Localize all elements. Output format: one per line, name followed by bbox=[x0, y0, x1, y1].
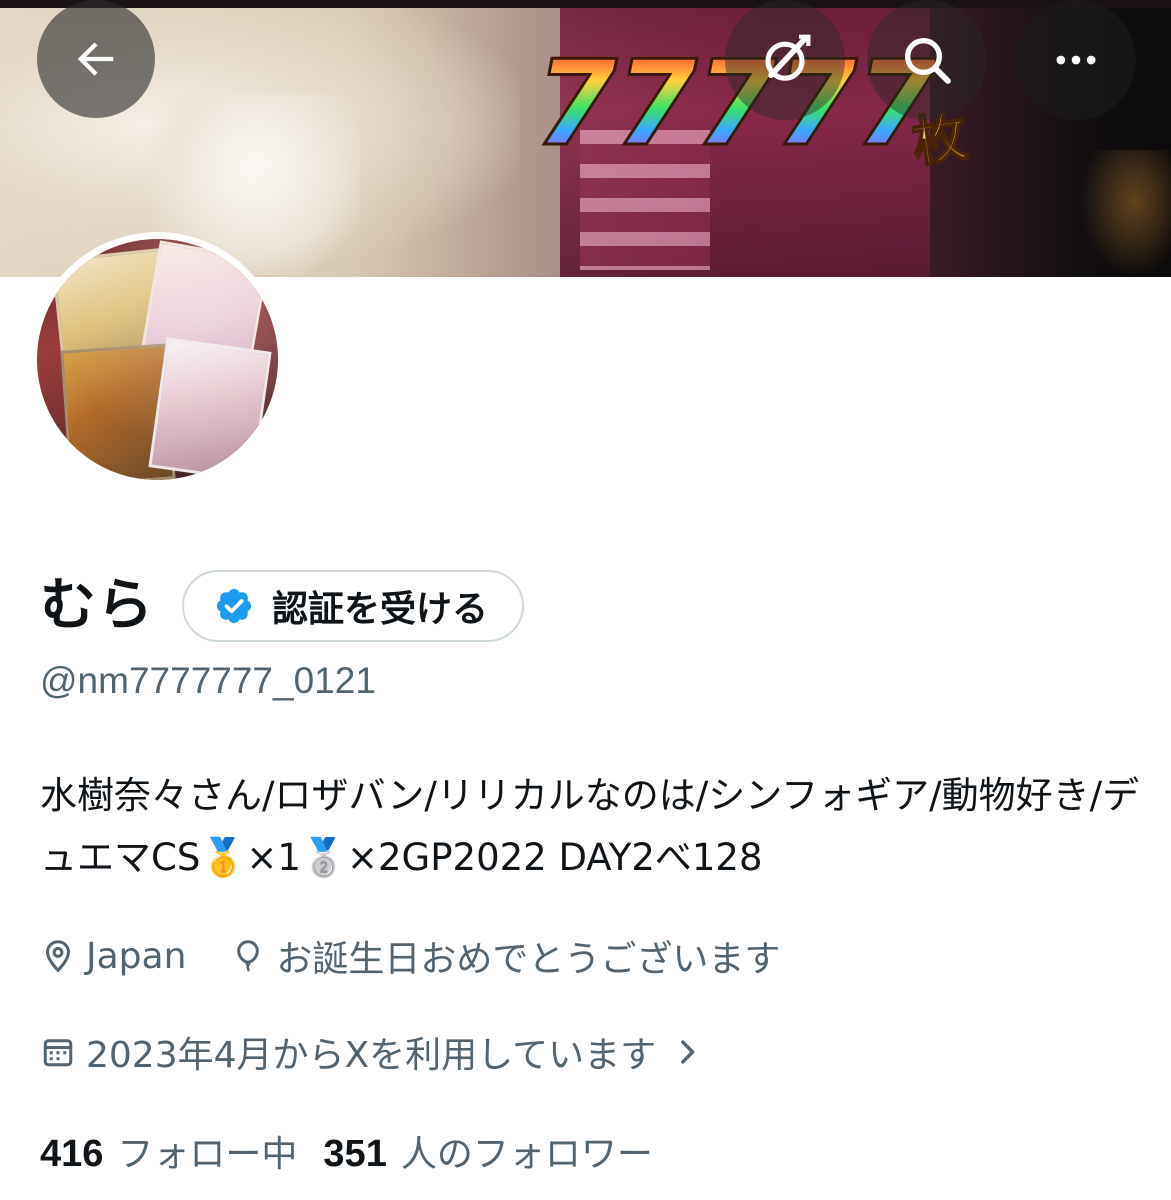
followers-label: 人のフォロワー bbox=[400, 1134, 653, 1175]
follow-stats: 416 フォロー中 351 人のフォロワー bbox=[40, 1125, 653, 1177]
following-count: 416 bbox=[40, 1133, 104, 1175]
banner-seven-digit: 7 bbox=[614, 34, 699, 172]
profile-bio: 水樹奈々さん/ロザバン/リリカルなのは/シンフォギア/動物好き/デュエマCS🥇×… bbox=[40, 774, 1140, 879]
back-button[interactable] bbox=[37, 0, 155, 118]
following-link[interactable]: 416 フォロー中 bbox=[40, 1125, 297, 1177]
avatar-image bbox=[37, 239, 278, 480]
avatar-shine bbox=[37, 239, 278, 480]
banner-light-effect bbox=[1080, 150, 1171, 277]
arrow-left-icon bbox=[77, 42, 114, 76]
more-options-button[interactable] bbox=[1016, 0, 1136, 120]
profile-meta-row: Japan お誕生日おめでとうございます bbox=[40, 930, 780, 982]
joined-row[interactable]: 2023年4月からXを利用しています bbox=[40, 1026, 704, 1078]
verified-badge-icon bbox=[216, 588, 252, 624]
grok-icon bbox=[765, 34, 811, 81]
search-button[interactable] bbox=[867, 0, 987, 120]
grok-button[interactable] bbox=[725, 0, 845, 120]
get-verified-button[interactable]: 認証を受ける bbox=[182, 570, 525, 642]
avatar[interactable] bbox=[30, 232, 285, 487]
location-pin-icon bbox=[45, 940, 71, 973]
chevron-right-icon bbox=[681, 1040, 695, 1064]
joined-date-text: 2023年4月からXを利用しています bbox=[86, 1035, 657, 1076]
followers-count: 351 bbox=[323, 1133, 387, 1175]
birthday-item: お誕生日おめでとうございます bbox=[230, 930, 780, 982]
search-icon bbox=[904, 37, 951, 84]
name-row: むら 認証を受ける bbox=[40, 570, 525, 642]
profile-page: 7 7 7 7 7 枚 むら 認証を受ける @nm7777777_0121 水樹… bbox=[0, 0, 1171, 1200]
location-text: Japan bbox=[86, 935, 187, 977]
calendar-icon bbox=[43, 1039, 73, 1067]
username-handle: @nm7777777_0121 bbox=[40, 660, 376, 701]
following-label: フォロー中 bbox=[117, 1134, 298, 1175]
followers-link[interactable]: 351 人のフォロワー bbox=[323, 1125, 652, 1177]
balloon-icon bbox=[237, 940, 260, 972]
birthday-text: お誕生日おめでとうございます bbox=[276, 939, 781, 980]
location-item: Japan bbox=[40, 936, 186, 977]
more-horizontal-icon bbox=[1056, 55, 1096, 65]
banner-seven-digit: 7 bbox=[534, 34, 619, 172]
status-bar-edge bbox=[0, 0, 1171, 8]
display-name: むら bbox=[40, 573, 154, 638]
get-verified-label: 認証を受ける bbox=[272, 589, 489, 630]
